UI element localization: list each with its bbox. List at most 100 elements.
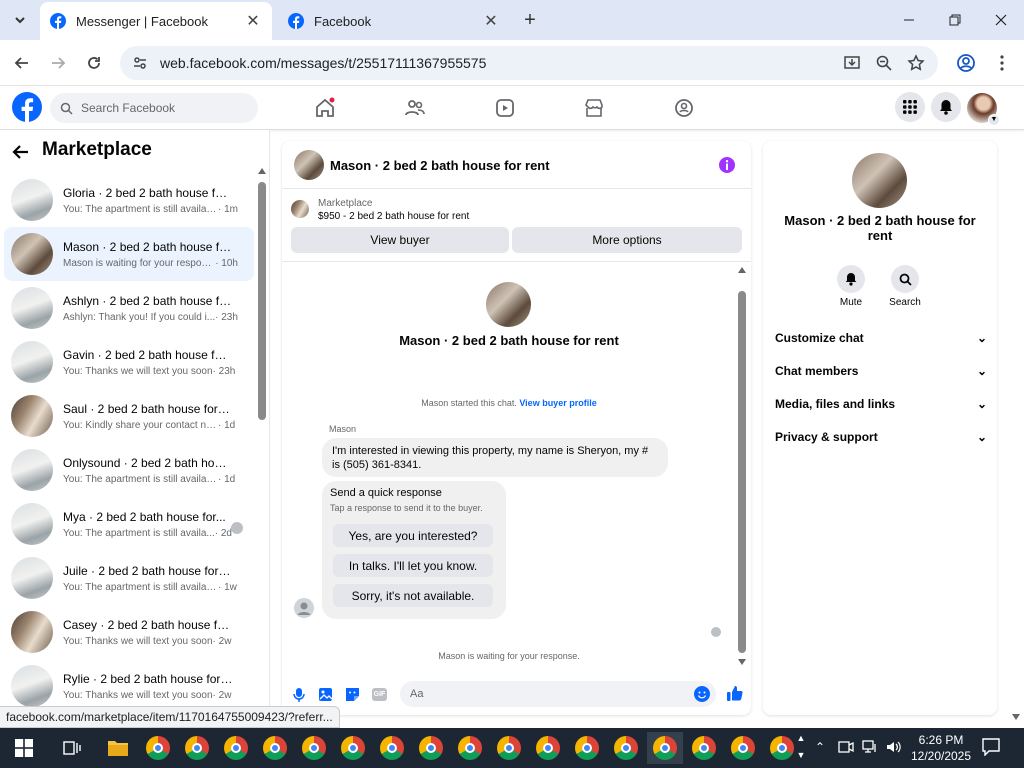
conversation-item[interactable]: Rylie · 2 bed 2 bath house for r... You: … bbox=[4, 659, 254, 706]
chrome-taskbar-button[interactable] bbox=[218, 732, 254, 764]
chrome-taskbar-button[interactable] bbox=[257, 732, 293, 764]
attach-photo-button[interactable] bbox=[318, 687, 333, 705]
tab-facebook[interactable]: Facebook ✕ bbox=[278, 2, 510, 40]
chat-scrollbar[interactable] bbox=[737, 267, 747, 665]
sidebar-scrollbar[interactable] bbox=[257, 168, 267, 706]
profile-button[interactable] bbox=[950, 47, 982, 79]
site-info-icon[interactable] bbox=[132, 55, 148, 71]
tab-messenger[interactable]: Messenger | Facebook ✕ bbox=[40, 2, 272, 40]
chrome-taskbar-button[interactable] bbox=[452, 732, 488, 764]
gif-button[interactable]: GIF bbox=[372, 688, 387, 701]
more-options-button[interactable]: More options bbox=[512, 227, 742, 253]
taskbar-scroll[interactable]: ▲ ▼ bbox=[794, 730, 808, 766]
conversation-item[interactable]: Ashlyn · 2 bed 2 bath house for... Ashlyn… bbox=[4, 281, 254, 335]
like-button[interactable] bbox=[726, 685, 743, 705]
bookmark-button[interactable] bbox=[900, 47, 932, 79]
chat-header-title[interactable]: Mason · 2 bed 2 bath house for rent bbox=[330, 158, 550, 173]
nav-gaming[interactable] bbox=[664, 94, 704, 122]
chrome-taskbar-button[interactable] bbox=[296, 732, 332, 764]
message-bubble[interactable]: I'm interested in viewing this property,… bbox=[322, 438, 668, 477]
zoom-button[interactable] bbox=[868, 47, 900, 79]
tray-overflow-icon[interactable]: ⌃ bbox=[815, 740, 825, 754]
browser-menu-button[interactable] bbox=[986, 47, 1018, 79]
file-explorer-button[interactable] bbox=[100, 732, 136, 764]
notification-center-button[interactable] bbox=[982, 738, 1000, 759]
conversation-item[interactable]: Gavin · 2 bed 2 bath house for r... You: … bbox=[4, 335, 254, 389]
chrome-taskbar-button[interactable] bbox=[140, 732, 176, 764]
chrome-taskbar-button[interactable] bbox=[530, 732, 566, 764]
chrome-taskbar-button[interactable] bbox=[179, 732, 215, 764]
chrome-taskbar-button[interactable] bbox=[725, 732, 761, 764]
scrollbar-thumb[interactable] bbox=[258, 182, 266, 420]
conversation-item[interactable]: Juile · 2 bed 2 bath house for re... You:… bbox=[4, 551, 254, 605]
chrome-taskbar-button[interactable] bbox=[647, 732, 683, 764]
view-buyer-button[interactable]: View buyer bbox=[291, 227, 509, 253]
conversation-item[interactable]: Casey · 2 bed 2 bath house for r... You: … bbox=[4, 605, 254, 659]
conversation-item[interactable]: Gloria · 2 bed 2 bath house for ... You: … bbox=[4, 173, 254, 227]
task-view-button[interactable] bbox=[54, 732, 90, 764]
intro-avatar[interactable] bbox=[486, 282, 531, 327]
privacy-support-section[interactable]: Privacy & support ⌄ bbox=[775, 420, 987, 453]
conversation-item[interactable]: Onlysound · 2 bed 2 bath hous... You: The… bbox=[4, 443, 254, 497]
back-button[interactable] bbox=[6, 47, 38, 79]
install-app-button[interactable] bbox=[836, 47, 868, 79]
clock[interactable]: 6:26 PM 12/20/2025 bbox=[908, 732, 974, 764]
quick-response-sorry[interactable]: Sorry, it's not available. bbox=[333, 584, 493, 607]
chat-members-section[interactable]: Chat members ⌄ bbox=[775, 354, 987, 387]
search-conversation-button[interactable]: Search bbox=[889, 265, 921, 308]
forward-button[interactable] bbox=[42, 47, 74, 79]
info-button[interactable] bbox=[719, 157, 735, 173]
page-scroll-down-arrow[interactable] bbox=[1012, 714, 1020, 720]
scroll-down-arrow[interactable] bbox=[738, 659, 746, 665]
chrome-taskbar-button[interactable] bbox=[686, 732, 722, 764]
chrome-taskbar-button[interactable] bbox=[569, 732, 605, 764]
nav-friends[interactable] bbox=[395, 94, 435, 122]
chrome-taskbar-button[interactable] bbox=[374, 732, 410, 764]
chrome-taskbar-button[interactable] bbox=[491, 732, 527, 764]
media-files-links-section[interactable]: Media, files and links ⌄ bbox=[775, 387, 987, 420]
close-tab-icon[interactable]: ✕ bbox=[482, 11, 500, 31]
nav-video[interactable] bbox=[485, 94, 525, 122]
chrome-taskbar-button[interactable] bbox=[413, 732, 449, 764]
message-input[interactable]: Aa bbox=[400, 681, 716, 707]
conversation-item[interactable]: Mason · 2 bed 2 bath house for... Mason i… bbox=[4, 227, 254, 281]
scroll-up-arrow[interactable] bbox=[738, 267, 746, 273]
scrollbar-thumb[interactable] bbox=[738, 291, 746, 653]
notifications-button[interactable] bbox=[931, 92, 961, 122]
details-avatar[interactable] bbox=[852, 153, 907, 208]
tray-network-icon[interactable] bbox=[862, 740, 878, 757]
facebook-logo[interactable] bbox=[12, 92, 42, 122]
nav-marketplace[interactable] bbox=[574, 94, 614, 122]
start-button[interactable] bbox=[6, 732, 42, 764]
restore-button[interactable] bbox=[932, 0, 978, 40]
address-bar[interactable]: web.facebook.com/messages/t/255171113679… bbox=[120, 46, 938, 80]
scroll-up-arrow[interactable] bbox=[258, 168, 266, 174]
sticker-button[interactable] bbox=[345, 687, 360, 705]
tray-meet-icon[interactable] bbox=[838, 740, 854, 757]
nav-home[interactable] bbox=[305, 94, 345, 122]
voice-clip-button[interactable] bbox=[292, 687, 306, 706]
chat-avatar[interactable] bbox=[294, 150, 324, 180]
quick-response-yes[interactable]: Yes, are you interested? bbox=[333, 524, 493, 547]
chrome-taskbar-button[interactable] bbox=[608, 732, 644, 764]
view-buyer-profile-link[interactable]: View buyer profile bbox=[519, 398, 596, 408]
close-window-button[interactable] bbox=[978, 0, 1024, 40]
facebook-search-input[interactable]: Search Facebook bbox=[50, 93, 258, 123]
menu-button[interactable] bbox=[895, 92, 925, 122]
close-tab-icon[interactable]: ✕ bbox=[244, 11, 262, 31]
tab-search-button[interactable] bbox=[6, 6, 34, 34]
tray-volume-icon[interactable] bbox=[886, 740, 902, 757]
listing-price-title[interactable]: $950 - 2 bed 2 bath house for rent bbox=[318, 211, 469, 222]
reload-button[interactable] bbox=[78, 47, 110, 79]
quick-response-talks[interactable]: In talks. I'll let you know. bbox=[333, 554, 493, 577]
back-arrow-button[interactable] bbox=[12, 140, 36, 164]
new-tab-button[interactable]: + bbox=[518, 8, 542, 32]
conversation-item[interactable]: Mya · 2 bed 2 bath house for... You: The … bbox=[4, 497, 254, 551]
mute-button[interactable]: Mute bbox=[835, 265, 867, 308]
chrome-taskbar-button[interactable] bbox=[335, 732, 371, 764]
emoji-button[interactable] bbox=[694, 686, 710, 702]
customize-chat-section[interactable]: Customize chat ⌄ bbox=[775, 321, 987, 354]
minimize-button[interactable] bbox=[886, 0, 932, 40]
account-avatar[interactable]: ▼ bbox=[967, 93, 1000, 126]
listing-thumbnail[interactable] bbox=[291, 200, 309, 218]
